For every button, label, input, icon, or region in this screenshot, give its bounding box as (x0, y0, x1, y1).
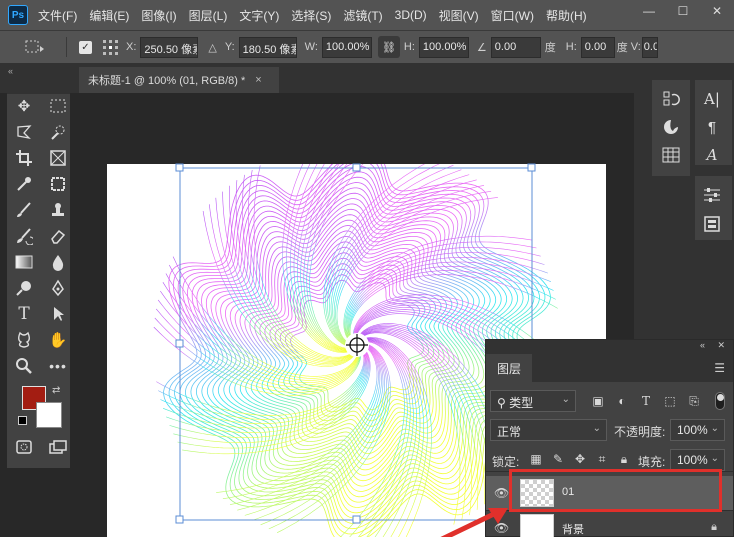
fill-label: 填充: (638, 455, 666, 469)
smart-object-filter-icon[interactable]: ⎘ (686, 393, 702, 409)
layer-name: 背景 (562, 524, 584, 536)
blend-mode-select[interactable]: 正常 ⌄ (490, 419, 607, 441)
transform-center-point[interactable] (346, 334, 368, 356)
color-panel-icon[interactable] (660, 116, 682, 138)
filter-toggle[interactable] (715, 392, 725, 410)
highlight-box (509, 469, 722, 512)
transform-handle-top[interactable] (352, 163, 361, 172)
layer-filter-value: 类型 (509, 396, 534, 410)
adjustment-filter-icon[interactable]: ◐ (614, 393, 630, 409)
paragraph-panel-icon[interactable]: ¶ (701, 116, 723, 138)
spiral-arm-line (216, 349, 378, 493)
transform-handle-top-right[interactable] (527, 163, 536, 172)
lock-label: 锁定: (492, 455, 520, 469)
libraries-panel-icon[interactable] (701, 213, 723, 235)
lock-position-icon[interactable]: ✥ (572, 451, 588, 467)
transform-handle-bottom-left[interactable] (175, 515, 184, 524)
spiral-arm-line (155, 308, 360, 391)
pointer-arrow (440, 508, 508, 537)
eye-icon[interactable]: 👁︎ (494, 486, 510, 500)
opacity-label: 不透明度: (614, 425, 666, 439)
blend-mode-value: 正常 (497, 425, 522, 439)
layer-filter-select[interactable]: ⚲ 类型 ⌄ (490, 390, 576, 412)
collapse-panel-icon[interactable]: « (700, 340, 705, 350)
search-icon: ⚲ (497, 396, 510, 410)
lock-image-pixels-icon[interactable]: ✎ (550, 451, 566, 467)
lock-all-icon[interactable]: 🔒︎ (616, 451, 632, 467)
transform-handle-bottom[interactable] (352, 515, 361, 524)
pixel-filter-icon[interactable]: ▣ (590, 393, 606, 409)
layer-thumbnail (520, 514, 554, 537)
artboard-lock-icon[interactable]: ⌗ (594, 451, 610, 467)
spiral-arm-line (336, 197, 498, 341)
chevron-down-icon: ⌄ (710, 453, 719, 464)
opacity-field[interactable]: 100% ⌄ (670, 419, 725, 441)
spiral-arm-line (366, 339, 414, 537)
fill-value: 100% (677, 453, 708, 467)
panel-menu-icon[interactable]: ☰ (714, 361, 725, 375)
close-panel-icon[interactable]: ✕ (717, 340, 725, 351)
shape-filter-icon[interactable]: ⬚ (662, 393, 678, 409)
swatches-panel-icon[interactable] (660, 144, 682, 166)
spiral-arm-line (160, 290, 359, 386)
layer-row-background[interactable]: 👁︎ 背景 🔒︎ (486, 511, 733, 537)
adjustments-panel-icon[interactable] (701, 184, 723, 206)
spiral-arm-line (367, 339, 417, 537)
glyphs-panel-icon[interactable]: A (701, 144, 723, 166)
character-panel-icon[interactable]: A| (701, 88, 723, 110)
history-panel-icon[interactable] (660, 88, 682, 110)
lock-transparent-pixels-icon[interactable]: ▦ (528, 451, 544, 467)
fill-field[interactable]: 100% ⌄ (670, 449, 725, 471)
opacity-value: 100% (677, 423, 708, 437)
type-filter-icon[interactable]: T (638, 393, 654, 409)
transform-handle-left[interactable] (175, 339, 184, 348)
chevron-down-icon: ⌄ (561, 394, 570, 405)
lock-icon: 🔒︎ (711, 521, 717, 533)
chevron-down-icon: ⌄ (592, 423, 601, 434)
chevron-down-icon: ⌄ (710, 423, 719, 434)
transform-handle-top-left[interactable] (175, 163, 184, 172)
tab-layers[interactable]: 图层 (486, 354, 532, 382)
